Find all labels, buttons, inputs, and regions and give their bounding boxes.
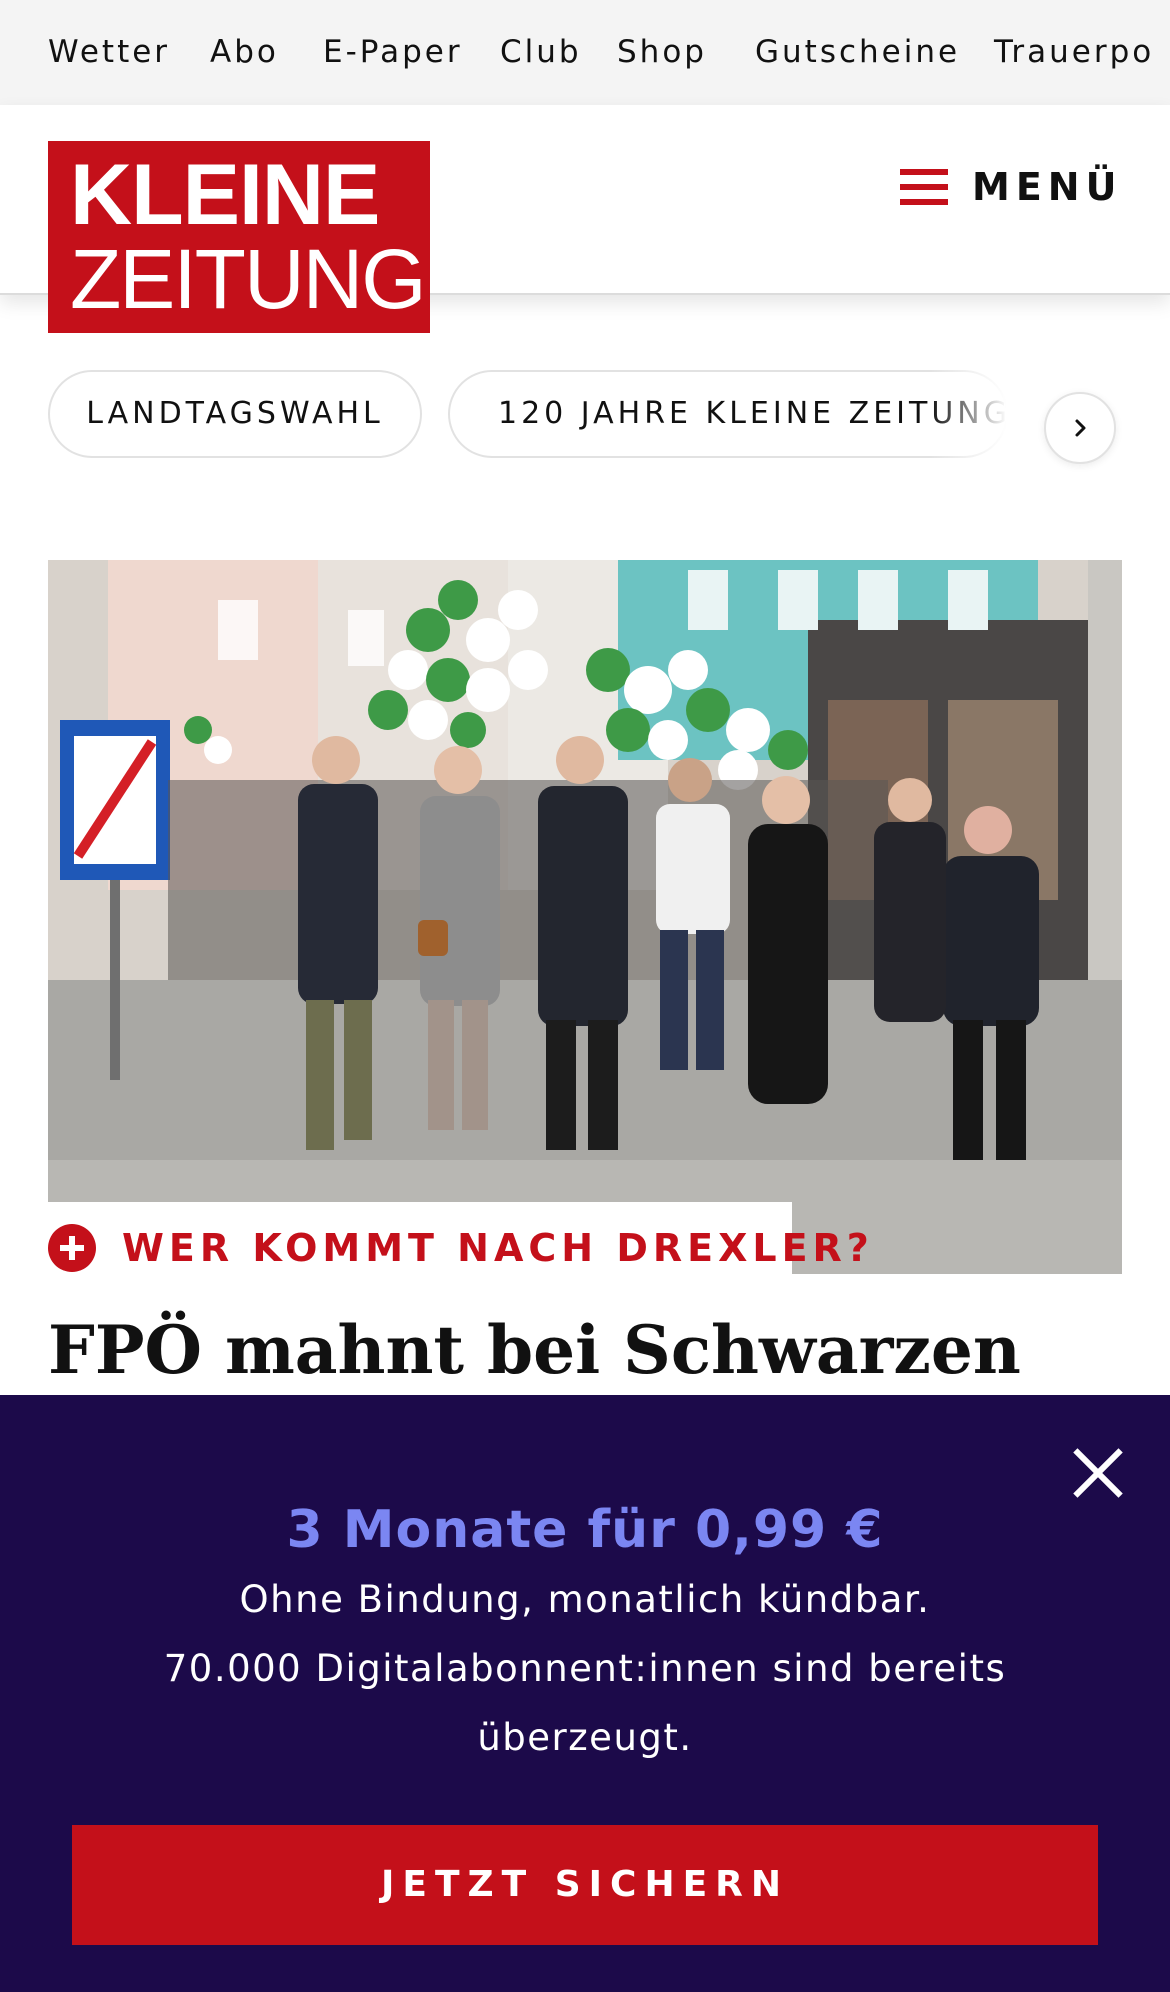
chip-120-jahre[interactable]: 120 JAHRE KLEINE ZEITUNG [448, 370, 1008, 458]
logo-line-1: KLEINE [70, 147, 380, 243]
plus-icon [48, 1224, 96, 1272]
top-navigation: Wetter Abo E-Paper Club Shop Gutscheine … [0, 0, 1170, 105]
topnav-item-gutscheine[interactable]: Gutscheine [755, 0, 960, 105]
topnav-item-abo[interactable]: Abo [210, 0, 279, 105]
promo-line-2: 70.000 Digitalabonnent:innen sind bereit… [163, 1647, 1007, 1759]
topnav-item-epaper[interactable]: E-Paper [323, 0, 463, 105]
chips-next-button[interactable] [1044, 392, 1116, 464]
promo-description: Ohne Bindung, monatlich kündbar. 70.000 … [150, 1565, 1020, 1772]
menu-label: MENÜ [972, 165, 1123, 209]
hamburger-icon [900, 169, 948, 205]
subscribe-button[interactable]: JETZT SICHERN [72, 1825, 1098, 1945]
subscription-banner: 3 Monate für 0,99 € Ohne Bindung, monatl… [0, 1395, 1170, 1992]
topnav-item-wetter[interactable]: Wetter [48, 0, 170, 105]
article-kicker[interactable]: WER KOMMT NACH DREXLER? [48, 1202, 869, 1294]
promo-title: 3 Monate für 0,99 € [286, 1500, 884, 1560]
site-header: KLEINE ZEITUNG MENÜ [0, 105, 1170, 333]
topnav-item-club[interactable]: Club [500, 0, 582, 105]
close-button[interactable] [1070, 1445, 1126, 1501]
article-headline[interactable]: FPÖ mahnt bei Schwarzen [48, 1310, 1122, 1390]
kicker-text: WER KOMMT NACH DREXLER? [122, 1226, 874, 1270]
topnav-item-trauerportal[interactable]: Trauerpo [994, 0, 1154, 105]
logo-line-2: ZEITUNG [70, 232, 427, 326]
topnav-item-shop[interactable]: Shop [617, 0, 707, 105]
chips-fade-overlay [930, 360, 1040, 470]
article-hero-image[interactable] [48, 560, 1122, 1274]
chevron-right-icon [1075, 419, 1086, 437]
promo-line-1: Ohne Bindung, monatlich kündbar. [239, 1578, 931, 1621]
kleine-zeitung-logo[interactable]: KLEINE ZEITUNG [48, 141, 430, 333]
menu-button[interactable]: MENÜ [900, 155, 1122, 219]
chip-landtagswahl[interactable]: LANDTAGSWAHL [48, 370, 422, 458]
